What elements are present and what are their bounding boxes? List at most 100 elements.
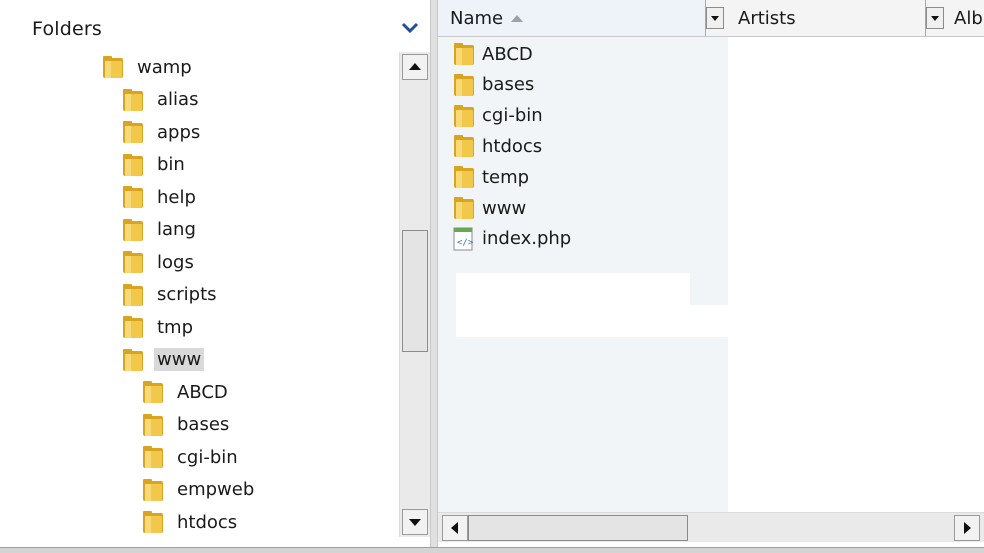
file-item-index-php[interactable]: </> index.php [452, 224, 571, 254]
scroll-down-button[interactable] [402, 509, 428, 535]
folder-icon [454, 104, 474, 127]
column-header-label: Artists [738, 8, 796, 29]
empty-area [456, 273, 690, 307]
tree-item-label: wamp [137, 56, 192, 78]
svg-text:</>: </> [457, 238, 474, 248]
file-list-pane: Name Artists Alb ABCD bases cgi-bin htdocs t… [438, 0, 984, 547]
file-item-label: www [482, 197, 527, 219]
tree-item-label: bin [157, 154, 185, 175]
tree-item-cgi-bin[interactable]: cgi-bin [142, 442, 241, 472]
folder-icon [123, 251, 143, 273]
tree-item-label: ABCD [177, 381, 228, 403]
tree-item-label: help [157, 186, 196, 208]
tree-item-label: empweb [177, 479, 255, 500]
folder-icon [454, 135, 474, 158]
dropdown-arrow-icon [931, 16, 939, 21]
file-item-www[interactable]: www [452, 193, 526, 223]
tree-item-bases[interactable]: bases [142, 410, 232, 440]
tree-item-label: htdocs [177, 511, 238, 533]
tree-item-bin[interactable]: bin [122, 150, 188, 180]
tree-item-label: bases [177, 414, 230, 435]
folders-title: Folders [32, 18, 103, 40]
folder-icon [454, 73, 474, 96]
dropdown-arrow-icon [711, 16, 719, 21]
tree-item-alias[interactable]: alias [122, 85, 201, 115]
column-header-name[interactable]: Name [438, 0, 724, 36]
folder-icon [123, 218, 143, 241]
folder-icon [454, 43, 474, 65]
folder-icon [123, 121, 143, 143]
tree-item-empweb[interactable]: empweb [142, 475, 257, 505]
folder-icon [123, 348, 143, 371]
pane-splitter[interactable] [430, 0, 438, 547]
arrow-left-icon [451, 522, 458, 534]
file-item-label: bases [482, 74, 535, 96]
tree-item-label: tmp [157, 316, 194, 338]
sort-ascending-icon [511, 15, 523, 22]
scroll-thumb[interactable] [402, 230, 428, 352]
empty-area [456, 305, 728, 337]
folder-icon [143, 413, 163, 436]
window-bottom-border [0, 547, 984, 553]
column-header-bar: Name Artists Alb [438, 0, 984, 37]
tree-item-scripts[interactable]: scripts [122, 280, 220, 310]
file-item-label: ABCD [482, 43, 533, 65]
php-file-icon: </> [453, 227, 474, 251]
folder-icon [123, 153, 143, 176]
folder-icon [143, 478, 163, 501]
tree-item-label: lang [157, 219, 196, 240]
file-list-horizontal-scrollbar[interactable] [438, 512, 984, 542]
tree-item-label: cgi-bin [177, 446, 238, 468]
tree-item-abcd[interactable]: ABCD [142, 377, 231, 407]
column-dropdown-button[interactable] [926, 7, 944, 29]
folder-icon [103, 56, 123, 78]
arrow-right-icon [964, 522, 971, 534]
scroll-up-button[interactable] [402, 54, 428, 80]
file-item-label: index.php [482, 228, 572, 250]
folder-icon [123, 88, 143, 111]
folder-icon [143, 511, 163, 533]
folder-tree: wamp alias apps bin help lang logs scripts tmp ww… [0, 52, 400, 547]
file-item-htdocs[interactable]: htdocs [452, 131, 542, 161]
tree-item-htdocs[interactable]: htdocs [142, 507, 240, 537]
tree-item-lang[interactable]: lang [122, 215, 199, 245]
tree-item-label: scripts [157, 284, 217, 305]
folders-pane: Folders wamp alias apps bin help lang logs scri… [0, 0, 436, 547]
folder-icon [123, 316, 143, 338]
tree-item-logs[interactable]: logs [122, 247, 197, 277]
file-item-label: htdocs [482, 135, 543, 157]
file-list: ABCD bases cgi-bin htdocs temp www </> index.ph… [438, 37, 984, 512]
scroll-left-button[interactable] [442, 515, 468, 541]
folder-tree-scrollbar[interactable] [399, 52, 430, 537]
folder-icon [123, 283, 143, 306]
file-item-cgi-bin[interactable]: cgi-bin [452, 101, 543, 131]
scroll-right-button[interactable] [954, 515, 980, 541]
column-header-artists[interactable]: Artists [728, 0, 944, 36]
tree-item-label: logs [157, 251, 194, 273]
tree-item-wamp[interactable]: wamp [102, 52, 195, 82]
folders-header[interactable]: Folders [0, 0, 436, 44]
tree-item-label: apps [157, 121, 201, 143]
file-item-label: temp [482, 166, 530, 188]
file-item-bases[interactable]: bases [452, 70, 534, 100]
tree-item-www[interactable]: www [122, 345, 205, 375]
column-header-label: Alb [954, 8, 983, 29]
scroll-thumb[interactable] [468, 515, 688, 541]
tree-item-label: www [154, 348, 205, 371]
folder-icon [123, 186, 143, 208]
tree-item-label: alias [157, 89, 199, 110]
tree-item-help[interactable]: help [122, 182, 199, 212]
file-item-abcd[interactable]: ABCD [452, 39, 533, 69]
column-header-album[interactable]: Alb [950, 0, 984, 36]
file-item-label: cgi-bin [482, 105, 543, 127]
column-dropdown-button[interactable] [706, 7, 724, 29]
folder-icon [143, 446, 163, 468]
folder-icon [454, 197, 474, 219]
column-header-label: Name [450, 8, 504, 29]
arrow-up-icon [409, 63, 421, 70]
chevron-down-icon[interactable] [401, 21, 419, 35]
tree-item-tmp[interactable]: tmp [122, 312, 196, 342]
tree-item-apps[interactable]: apps [122, 117, 203, 147]
file-item-temp[interactable]: temp [452, 162, 529, 192]
arrow-down-icon [409, 519, 421, 526]
